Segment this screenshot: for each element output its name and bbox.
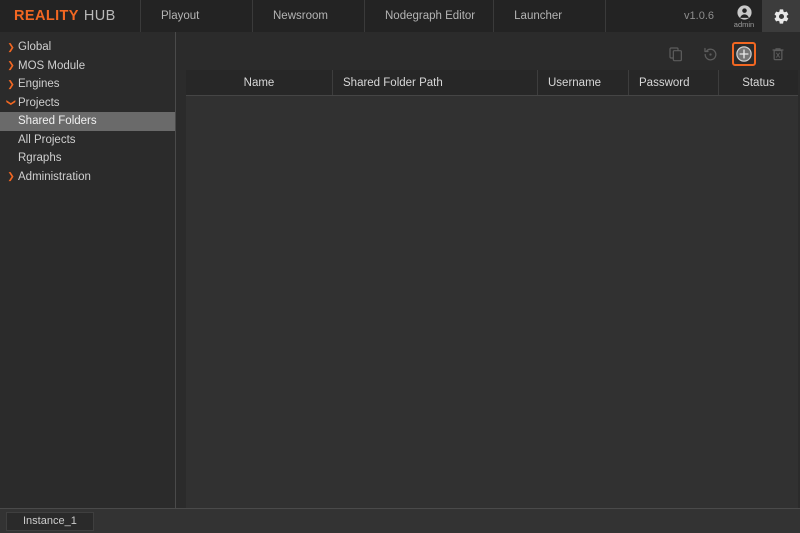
- logo-text-secondary: HUB: [83, 8, 116, 24]
- undo-icon: [702, 46, 719, 63]
- sidebar-item-label: Administration: [18, 170, 91, 183]
- sidebar-item-label: Global: [18, 41, 52, 54]
- nav-tab-newsroom[interactable]: Newsroom: [252, 0, 364, 32]
- sidebar-item-projects[interactable]: ❯ Projects: [0, 94, 175, 113]
- revert-button[interactable]: [698, 42, 722, 66]
- app-logo: REALITY HUB: [0, 0, 140, 32]
- chevron-right-icon: ❯: [7, 171, 15, 182]
- nav-tab-nodegraph-editor[interactable]: Nodegraph Editor: [364, 0, 493, 32]
- delete-button[interactable]: [766, 42, 790, 66]
- chevron-down-icon: ❯: [6, 98, 17, 107]
- sidebar-item-mos-module[interactable]: ❯ MOS Module: [0, 57, 175, 76]
- sidebar-item-administration[interactable]: ❯ Administration: [0, 168, 175, 187]
- add-button[interactable]: [732, 42, 756, 66]
- column-header-status[interactable]: Status: [719, 70, 798, 95]
- sidebar-item-label: Engines: [18, 78, 60, 91]
- header-spacer: [605, 0, 672, 32]
- sidebar-item-all-projects[interactable]: All Projects: [0, 131, 175, 150]
- user-name-label: admin: [733, 20, 755, 29]
- column-header-password[interactable]: Password: [629, 70, 719, 95]
- sidebar-item-label: Projects: [18, 96, 60, 109]
- user-circle-icon: [736, 4, 753, 21]
- sidebar-item-global[interactable]: ❯ Global: [0, 38, 175, 57]
- sidebar-navigation-tree: ❯ Global ❯ MOS Module ❯ Engines ❯ Projec…: [0, 32, 176, 508]
- table-toolbar: [186, 38, 798, 70]
- shared-folders-table: Name Shared Folder Path Username Passwor…: [186, 70, 798, 508]
- settings-button[interactable]: [762, 0, 800, 32]
- nav-tab-label: Playout: [161, 10, 200, 22]
- column-header-username[interactable]: Username: [538, 70, 629, 95]
- nav-tab-playout[interactable]: Playout: [140, 0, 252, 32]
- sidebar-item-rgraphs[interactable]: Rgraphs: [0, 149, 175, 168]
- column-header-shared-folder-path[interactable]: Shared Folder Path: [333, 70, 538, 95]
- gear-icon: [773, 8, 790, 25]
- trash-icon: [770, 46, 786, 62]
- column-header-name[interactable]: Name: [186, 70, 333, 95]
- table-header-row: Name Shared Folder Path Username Passwor…: [186, 70, 798, 96]
- chevron-right-icon: ❯: [7, 41, 15, 52]
- copy-icon: [668, 46, 684, 62]
- status-bar: Instance_1: [0, 508, 800, 533]
- nav-tab-label: Launcher: [514, 10, 563, 22]
- user-menu[interactable]: admin: [726, 0, 762, 32]
- chevron-right-icon: ❯: [7, 60, 15, 71]
- instance-tab[interactable]: Instance_1: [6, 511, 94, 531]
- shared-folders-panel: Name Shared Folder Path Username Passwor…: [186, 70, 798, 508]
- plus-circle-icon: [735, 45, 753, 63]
- content-area: Name Shared Folder Path Username Passwor…: [176, 32, 800, 508]
- nav-tab-launcher[interactable]: Launcher: [493, 0, 605, 32]
- sidebar-item-shared-folders[interactable]: Shared Folders: [0, 112, 175, 131]
- sidebar-item-label: Rgraphs: [18, 152, 62, 165]
- sidebar-item-engines[interactable]: ❯ Engines: [0, 75, 175, 94]
- top-header: REALITY HUB Playout Newsroom Nodegraph E…: [0, 0, 800, 32]
- sidebar-item-label: All Projects: [18, 133, 76, 146]
- logo-text-primary: REALITY: [14, 8, 79, 24]
- sidebar-item-label: Shared Folders: [18, 115, 97, 128]
- duplicate-button[interactable]: [664, 42, 688, 66]
- chevron-right-icon: ❯: [7, 78, 15, 89]
- main-navigation: Playout Newsroom Nodegraph Editor Launch…: [140, 0, 605, 32]
- instance-tab-label: Instance_1: [23, 515, 77, 527]
- table-body-empty: [186, 96, 798, 508]
- application-window: REALITY HUB Playout Newsroom Nodegraph E…: [0, 0, 800, 533]
- nav-tab-label: Nodegraph Editor: [385, 10, 476, 22]
- nav-tab-label: Newsroom: [273, 10, 328, 22]
- sidebar-item-label: MOS Module: [18, 59, 86, 72]
- main-body: ❯ Global ❯ MOS Module ❯ Engines ❯ Projec…: [0, 32, 800, 508]
- version-label: v1.0.6: [684, 10, 714, 22]
